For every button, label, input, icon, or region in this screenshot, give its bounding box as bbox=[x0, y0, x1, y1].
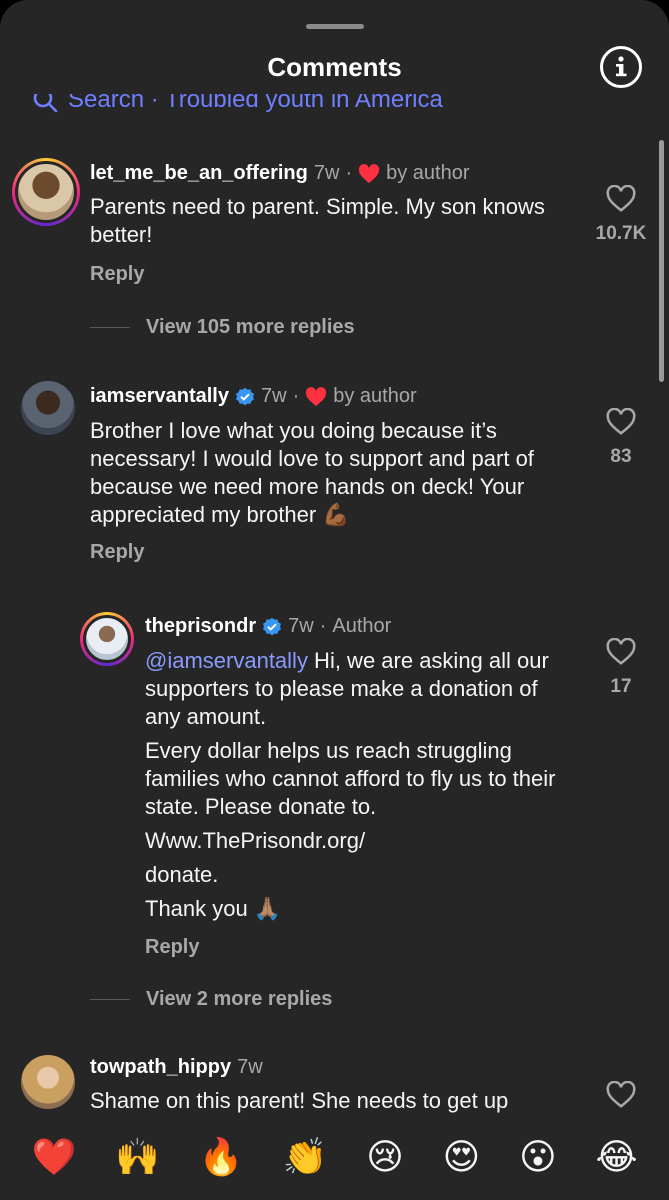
emoji-fire-button[interactable]: 🔥 bbox=[199, 1138, 244, 1178]
mention-link[interactable]: @iamservantally bbox=[145, 648, 308, 673]
comment-meta: iamservantally 7w · by author bbox=[90, 385, 417, 408]
reply-text: @iamservantally Hi, we are asking all ou… bbox=[145, 647, 575, 929]
emoji-crying-button[interactable]: 😢 bbox=[366, 1138, 404, 1178]
timestamp: 7w bbox=[237, 1056, 263, 1078]
view-replies-label: View 2 more replies bbox=[146, 988, 333, 1010]
comments-sheet: Comments Search · Troubled youth in Amer… bbox=[0, 0, 669, 1200]
comment-text: Brother I love what you doing because it… bbox=[90, 418, 534, 527]
reply-paragraph: donate. bbox=[145, 862, 219, 887]
heart-filled-icon bbox=[306, 386, 327, 406]
avatar[interactable] bbox=[80, 612, 134, 666]
view-more-replies[interactable]: View 105 more replies bbox=[90, 316, 355, 339]
reply-button[interactable]: Reply bbox=[90, 541, 144, 564]
avatar[interactable] bbox=[21, 381, 75, 435]
username[interactable]: iamservantally bbox=[90, 385, 229, 408]
separator: · bbox=[292, 385, 300, 407]
view-replies-label: View 105 more replies bbox=[146, 316, 355, 338]
avatar[interactable] bbox=[12, 158, 80, 226]
heart-outline-icon bbox=[606, 408, 636, 435]
username[interactable]: theprisondr bbox=[145, 615, 256, 638]
liked-by-author: by author bbox=[386, 162, 470, 184]
divider bbox=[90, 999, 130, 1000]
liked-by-author: by author bbox=[333, 385, 417, 407]
view-more-replies[interactable]: View 2 more replies bbox=[90, 988, 332, 1011]
like-button[interactable]: 10.7K bbox=[591, 185, 651, 245]
heart-outline-icon bbox=[606, 638, 636, 665]
reply-paragraph: @iamservantally Hi, we are asking all ou… bbox=[145, 647, 575, 731]
info-icon[interactable] bbox=[600, 46, 642, 88]
search-suggestion[interactable]: Search · Troubled youth in America bbox=[32, 94, 552, 120]
verified-badge-icon bbox=[263, 617, 282, 635]
separator: · bbox=[345, 162, 353, 184]
heart-filled-icon bbox=[358, 163, 380, 183]
like-count: 17 bbox=[610, 676, 632, 697]
author-badge: Author bbox=[332, 615, 392, 637]
comment-text: Parents need to parent. Simple. My son k… bbox=[90, 194, 545, 247]
heart-outline-icon bbox=[606, 185, 636, 212]
like-count: 10.7K bbox=[595, 223, 647, 244]
username[interactable]: towpath_hippy bbox=[90, 1056, 231, 1079]
timestamp: 7w bbox=[260, 385, 287, 407]
divider bbox=[90, 327, 130, 328]
emoji-heart-button[interactable]: ❤️ bbox=[31, 1138, 76, 1178]
separator: · bbox=[319, 615, 327, 637]
search-suggestion-text: Search · Troubled youth in America bbox=[68, 94, 443, 113]
avatar[interactable] bbox=[21, 1055, 75, 1109]
emoji-clap-button[interactable]: 👏 bbox=[283, 1138, 328, 1178]
comment-text: Shame on this parent! She needs to get u… bbox=[90, 1088, 509, 1113]
like-button[interactable]: 83 bbox=[591, 408, 651, 468]
emoji-heart-eyes-button[interactable]: 😍 bbox=[443, 1138, 481, 1178]
reply-meta: theprisondr 7w · Author bbox=[145, 615, 391, 638]
username[interactable]: let_me_be_an_offering bbox=[90, 162, 308, 185]
search-icon bbox=[33, 94, 58, 113]
comment-meta: let_me_be_an_offering 7w · by author bbox=[90, 162, 470, 185]
reply-button[interactable]: Reply bbox=[145, 936, 199, 959]
timestamp: 7w bbox=[313, 162, 340, 184]
like-count: 83 bbox=[610, 446, 632, 467]
emoji-raised-hands-button[interactable]: 🙌 bbox=[115, 1138, 160, 1178]
sheet-grabber[interactable] bbox=[306, 24, 364, 29]
like-button[interactable]: 17 bbox=[591, 638, 651, 698]
heart-outline-icon bbox=[606, 1081, 636, 1108]
verified-badge-icon bbox=[235, 387, 254, 405]
reply-button[interactable]: Reply bbox=[90, 263, 144, 286]
like-button[interactable] bbox=[591, 1081, 651, 1119]
emoji-reaction-bar: ❤️ 🙌 🔥 👏 😢 😍 😮 😂 bbox=[0, 1122, 669, 1200]
page-title: Comments bbox=[267, 52, 402, 82]
comment-meta: towpath_hippy 7w bbox=[90, 1056, 263, 1079]
scrollbar[interactable] bbox=[659, 140, 664, 382]
emoji-surprised-button[interactable]: 😮 bbox=[519, 1138, 557, 1178]
reply-paragraph: Every dollar helps us reach struggling f… bbox=[145, 738, 556, 819]
reply-paragraph: Www.ThePrisondr.org/ bbox=[145, 828, 366, 853]
emoji-laughing-button[interactable]: 😂 bbox=[595, 1138, 637, 1178]
timestamp: 7w bbox=[288, 615, 314, 637]
reply-paragraph: Thank you 🙏🏽 bbox=[145, 896, 282, 921]
